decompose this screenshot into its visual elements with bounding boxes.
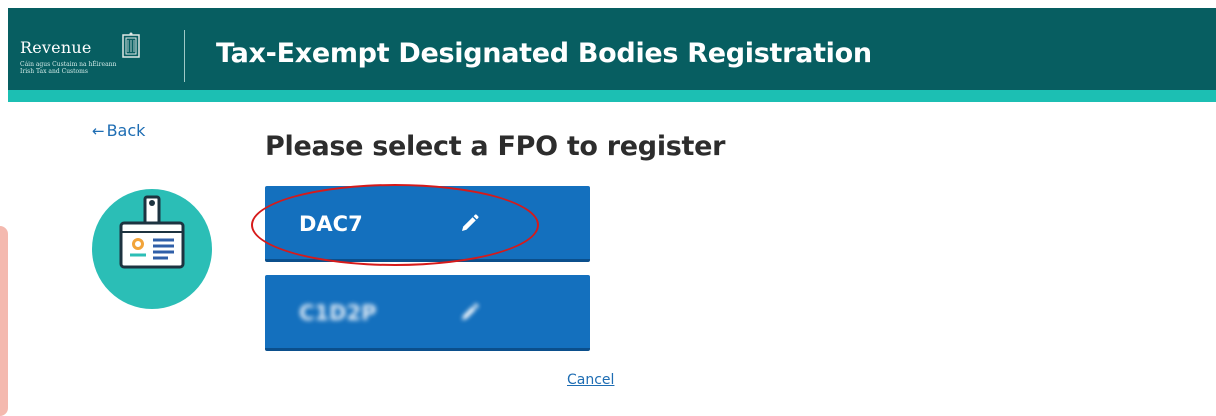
fpo-option-label: C1D2P [299,301,377,325]
app-header: Revenue Cáin agus Custaim na hÉireann Ir… [8,8,1216,90]
fpo-option-dac7[interactable]: DAC7 [265,186,590,262]
header-accent-stripe [8,90,1216,102]
logo-subtitle-english: Irish Tax and Customs [20,68,88,75]
pencil-icon [462,303,479,320]
fpo-option-redacted[interactable]: C1D2P [265,275,590,351]
back-label: Back [106,121,146,140]
edge-fragment [0,226,8,416]
fpo-option-label: DAC7 [299,212,363,236]
id-badge-icon [119,195,185,269]
logo-subtitle-irish: Cáin agus Custaim na hÉireann [20,61,117,68]
back-link[interactable]: ← Back [92,121,145,140]
logo-subtitle: Cáin agus Custaim na hÉireann Irish Tax … [20,61,116,75]
header-divider [184,30,185,82]
logo-text: Revenue [20,38,92,57]
arrow-left-icon: ← [92,122,105,140]
pencil-icon [462,214,479,231]
harp-icon [122,32,140,58]
page-header-title: Tax-Exempt Designated Bodies Registratio… [216,38,872,69]
select-fpo-title: Please select a FPO to register [265,131,726,162]
cancel-link[interactable]: Cancel [567,372,614,388]
revenue-logo[interactable]: Revenue Cáin agus Custaim na hÉireann Ir… [20,32,170,84]
id-badge-illustration [92,189,212,309]
